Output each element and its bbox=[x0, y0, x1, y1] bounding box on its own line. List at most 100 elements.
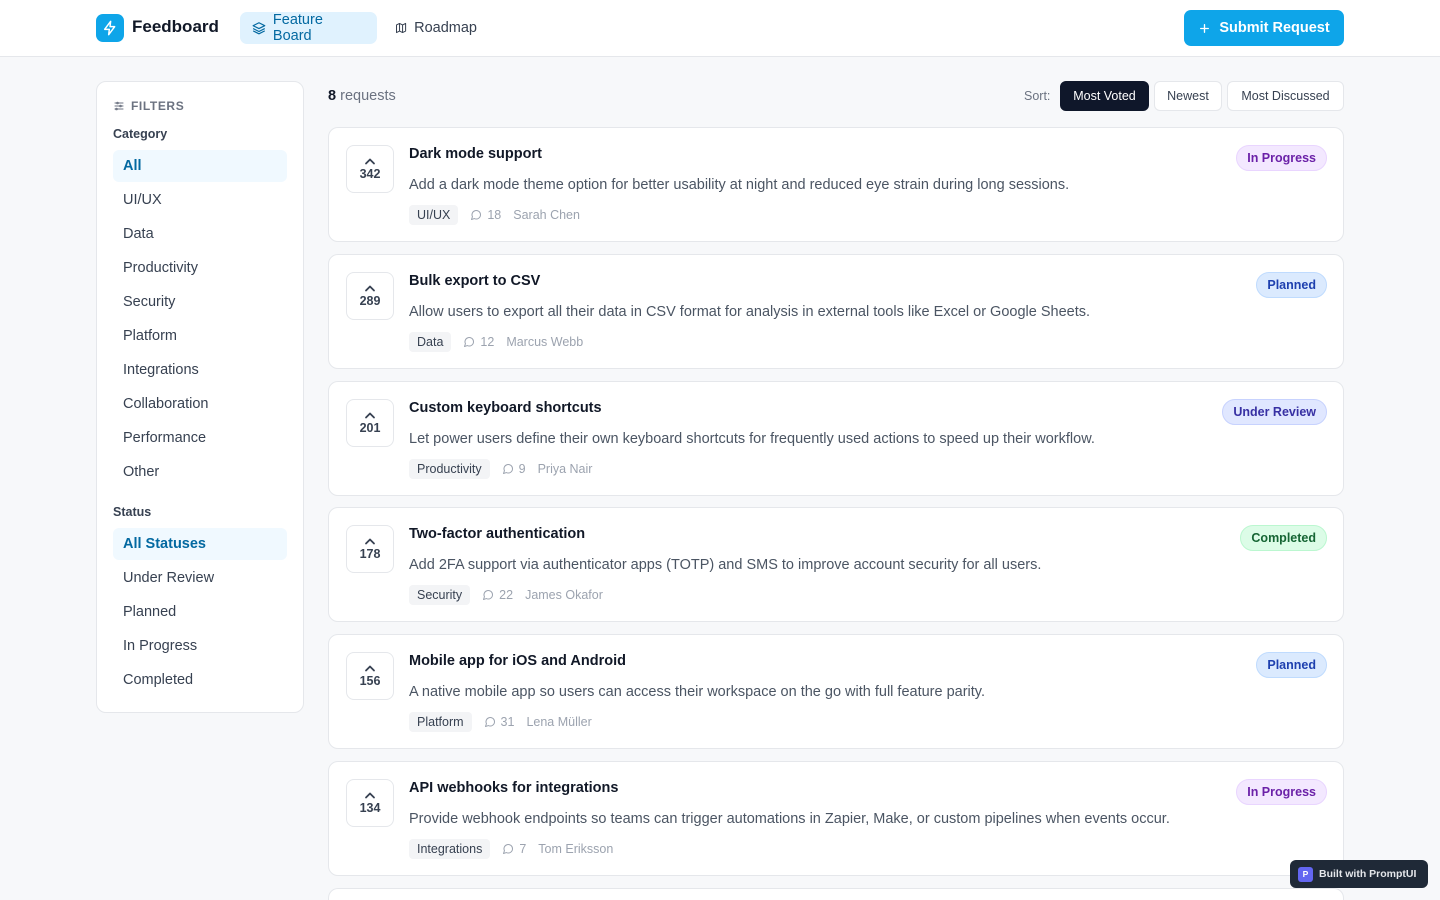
status-in-progress[interactable]: In Progress bbox=[113, 630, 287, 662]
category-collaboration[interactable]: Collaboration bbox=[113, 388, 287, 420]
tab-label: Roadmap bbox=[414, 20, 477, 36]
vote-count: 342 bbox=[359, 167, 381, 181]
status-completed[interactable]: Completed bbox=[113, 664, 287, 696]
built-with-badge[interactable]: P Built with PromptUI bbox=[1290, 860, 1428, 888]
upvote-button[interactable]: 201 bbox=[346, 399, 394, 447]
author-name: Tom Eriksson bbox=[538, 842, 614, 856]
status-all[interactable]: All Statuses bbox=[113, 528, 287, 560]
submit-label: Submit Request bbox=[1219, 20, 1330, 36]
built-with-label: Built with PromptUI bbox=[1319, 868, 1417, 880]
plus-icon bbox=[1200, 23, 1210, 33]
request-card[interactable]: 178 Two-factor authentication Add 2FA su… bbox=[328, 507, 1344, 622]
chevron-up-icon bbox=[365, 285, 375, 292]
status-badge: Planned bbox=[1256, 652, 1327, 678]
request-card[interactable]: 134 API webhooks for integrations Provid… bbox=[328, 761, 1344, 876]
request-title[interactable]: Bulk export to CSV bbox=[409, 273, 540, 289]
vote-count: 201 bbox=[359, 421, 381, 435]
request-description: Provide webhook endpoints so teams can t… bbox=[409, 811, 1170, 827]
request-description: A native mobile app so users can access … bbox=[409, 684, 986, 700]
request-card[interactable]: 342 Dark mode support Add a dark mode th… bbox=[328, 127, 1344, 242]
request-meta: Data 12 Marcus Webb bbox=[409, 332, 583, 352]
upvote-button[interactable]: 156 bbox=[346, 652, 394, 700]
status-planned[interactable]: Planned bbox=[113, 596, 287, 628]
status-badge: Completed bbox=[1240, 525, 1327, 551]
comment-count: 31 bbox=[484, 715, 514, 729]
request-count: 8 requests bbox=[328, 88, 396, 104]
comment-icon bbox=[484, 717, 495, 727]
upvote-button[interactable]: 134 bbox=[346, 779, 394, 827]
category-label: Category bbox=[113, 127, 168, 141]
comment-count: 7 bbox=[502, 842, 526, 856]
request-meta: Integrations 7 Tom Eriksson bbox=[409, 839, 613, 859]
upvote-button[interactable]: 342 bbox=[346, 145, 394, 193]
category-tag: Platform bbox=[409, 712, 472, 732]
vote-count: 134 bbox=[359, 801, 381, 815]
category-tag: Integrations bbox=[409, 839, 491, 859]
promptui-logo-icon: P bbox=[1298, 866, 1313, 882]
request-description: Add 2FA support via authenticator apps (… bbox=[409, 557, 1042, 573]
request-card[interactable]: 201 Custom keyboard shortcuts Let power … bbox=[328, 381, 1344, 496]
category-tag: UI/UX bbox=[409, 205, 459, 225]
category-productivity[interactable]: Productivity bbox=[113, 252, 287, 284]
tab-feature-board[interactable]: Feature Board bbox=[240, 12, 377, 44]
filters-sidebar: FILTERS Category All UI/UX Data Producti… bbox=[96, 81, 304, 713]
status-under-review[interactable]: Under Review bbox=[113, 562, 287, 594]
request-title[interactable]: Dark mode support bbox=[409, 146, 542, 162]
map-icon bbox=[396, 22, 407, 34]
request-title[interactable]: API webhooks for integrations bbox=[409, 780, 618, 796]
category-integrations[interactable]: Integrations bbox=[113, 354, 287, 386]
vote-count: 156 bbox=[359, 674, 381, 688]
request-meta: Productivity 9 Priya Nair bbox=[409, 459, 592, 479]
author-name: Sarah Chen bbox=[513, 208, 580, 222]
chevron-up-icon bbox=[365, 665, 375, 672]
category-other[interactable]: Other bbox=[113, 456, 287, 488]
chevron-up-icon bbox=[365, 792, 375, 799]
upvote-button[interactable]: 178 bbox=[346, 525, 394, 573]
chevron-up-icon bbox=[365, 158, 375, 165]
request-card[interactable] bbox=[328, 888, 1344, 900]
lightning-icon[interactable] bbox=[96, 14, 124, 42]
request-meta: Security 22 James Okafor bbox=[409, 585, 603, 605]
request-description: Add a dark mode theme option for better … bbox=[409, 177, 1070, 193]
category-platform[interactable]: Platform bbox=[113, 320, 287, 352]
category-ui-ux[interactable]: UI/UX bbox=[113, 184, 287, 216]
chevron-up-icon bbox=[365, 538, 375, 545]
request-title[interactable]: Mobile app for iOS and Android bbox=[409, 653, 626, 669]
author-name: Marcus Webb bbox=[506, 335, 584, 349]
category-security[interactable]: Security bbox=[113, 286, 287, 318]
sort-most-discussed-button[interactable]: Most Discussed bbox=[1227, 81, 1344, 111]
author-name: James Okafor bbox=[525, 588, 603, 602]
sort-label: Sort: bbox=[1024, 89, 1051, 103]
request-card[interactable]: 156 Mobile app for iOS and Android A nat… bbox=[328, 634, 1344, 749]
request-description: Allow users to export all their data in … bbox=[409, 304, 1091, 320]
sort-newest-button[interactable]: Newest bbox=[1154, 81, 1222, 111]
status-badge: In Progress bbox=[1236, 779, 1327, 805]
request-title[interactable]: Two-factor authentication bbox=[409, 526, 585, 542]
comment-count: 22 bbox=[482, 588, 513, 602]
author-name: Lena Müller bbox=[526, 715, 592, 729]
comment-icon bbox=[464, 337, 475, 347]
status-badge: Under Review bbox=[1222, 399, 1327, 425]
tab-label: Feature Board bbox=[272, 12, 323, 44]
status-badge: In Progress bbox=[1236, 145, 1327, 171]
upvote-button[interactable]: 289 bbox=[346, 272, 394, 320]
request-description: Let power users define their own keyboar… bbox=[409, 431, 1095, 447]
sort-most-voted-button[interactable]: Most Voted bbox=[1060, 81, 1149, 111]
vote-count: 178 bbox=[359, 547, 381, 561]
category-data[interactable]: Data bbox=[113, 218, 287, 250]
comment-icon bbox=[503, 844, 514, 854]
submit-request-button[interactable]: Submit Request bbox=[1184, 10, 1344, 46]
tab-roadmap[interactable]: Roadmap bbox=[383, 12, 489, 44]
request-card[interactable]: 289 Bulk export to CSV Allow users to ex… bbox=[328, 254, 1344, 369]
layers-icon bbox=[252, 22, 266, 35]
filters-heading: FILTERS bbox=[113, 99, 184, 113]
top-header: Feedboard Feature Board Roadmap Submit R… bbox=[0, 0, 1440, 57]
request-title[interactable]: Custom keyboard shortcuts bbox=[409, 400, 602, 416]
comment-icon bbox=[471, 210, 482, 220]
comment-count: 18 bbox=[470, 208, 501, 222]
app-name[interactable]: Feedboard bbox=[132, 17, 219, 37]
category-all[interactable]: All bbox=[113, 150, 287, 182]
comment-count: 9 bbox=[502, 462, 526, 476]
comment-icon bbox=[483, 590, 494, 600]
category-performance[interactable]: Performance bbox=[113, 422, 287, 454]
